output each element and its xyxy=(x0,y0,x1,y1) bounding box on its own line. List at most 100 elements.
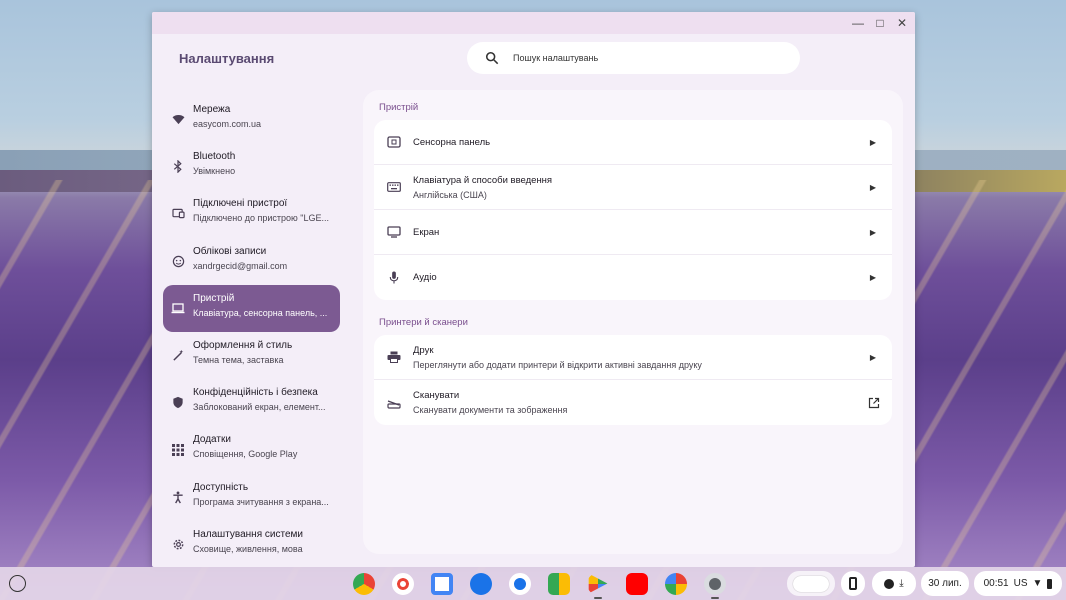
sidebar-item-system-preferences[interactable]: Налаштування системи Сховище, живлення, м… xyxy=(163,521,340,567)
account-face-icon xyxy=(171,254,185,268)
sidebar-item-subtitle: Програма зчитування з екрана... xyxy=(193,496,329,507)
printers-card: Друк Переглянути або додати принтери й ві… xyxy=(374,335,892,425)
shelf: ⤓ 30 лип. 00:51 US ▼ xyxy=(0,567,1066,600)
row-title: Екран xyxy=(413,226,440,238)
sidebar-item-title: Пристрій xyxy=(193,292,235,304)
sidebar-item-personalization[interactable]: Оформлення й стиль Темна тема, заставка xyxy=(163,332,340,379)
row-title: Сканувати xyxy=(413,390,460,401)
row-title: Аудіо xyxy=(413,272,437,283)
settings-app[interactable] xyxy=(695,571,734,599)
files-app[interactable] xyxy=(461,571,500,596)
chrome-app[interactable] xyxy=(344,571,383,596)
shield-icon xyxy=(171,396,185,410)
close-button[interactable]: ✕ xyxy=(891,12,913,34)
row-display[interactable]: Екран ▶ xyxy=(374,210,892,255)
running-indicator xyxy=(710,597,719,599)
chrome-icon xyxy=(352,572,375,595)
search-input[interactable]: Пошук налаштувань xyxy=(467,42,800,74)
launcher-button[interactable] xyxy=(9,575,26,592)
thumbnail-icon xyxy=(793,575,829,592)
youtube-app[interactable] xyxy=(617,571,656,596)
row-print[interactable]: Друк Переглянути або додати принтери й ві… xyxy=(374,335,892,380)
maximize-button[interactable]: □ xyxy=(869,12,891,34)
sidebar-item-title: Мережа xyxy=(193,104,231,115)
date-label: 30 лип. xyxy=(928,578,962,589)
row-subtitle: Переглянути або додати принтери й відкри… xyxy=(413,359,702,370)
downloads-tray[interactable]: ⤓ xyxy=(872,571,916,596)
calendar-icon xyxy=(430,572,453,595)
sidebar-item-subtitle: Клавіатура, сенсорна панель, ... xyxy=(193,307,328,318)
gmail-icon xyxy=(391,572,414,595)
minimize-button[interactable]: — xyxy=(847,12,869,34)
messages-app[interactable] xyxy=(500,571,539,596)
sidebar-item-title: Bluetooth xyxy=(193,151,236,163)
pinned-apps xyxy=(344,571,734,599)
row-title: Друк xyxy=(413,344,434,356)
running-indicator xyxy=(593,597,602,599)
status-area[interactable]: 00:51 US ▼ xyxy=(974,571,1062,596)
sidebar-item-apps[interactable]: Додатки Сповіщення, Google Play xyxy=(163,426,340,473)
row-subtitle: Англійська (США) xyxy=(413,189,487,200)
chevron-right-icon: ▶ xyxy=(869,227,876,237)
monitor-icon xyxy=(387,225,401,239)
device-card: Сенсорна панель ▶ Клавіатура й способи в… xyxy=(374,120,892,300)
laptop-icon xyxy=(171,301,185,315)
sidebar-item-subtitle: Темна тема, заставка xyxy=(193,354,284,365)
section-title-printers: Принтери й сканери xyxy=(379,317,468,328)
calendar-app[interactable] xyxy=(422,571,461,596)
row-keyboard[interactable]: Клавіатура й способи введення Англійська … xyxy=(374,165,892,210)
chevron-right-icon: ▶ xyxy=(869,137,876,147)
accessibility-icon xyxy=(171,490,185,504)
row-touchpad[interactable]: Сенсорна панель ▶ xyxy=(374,120,892,165)
gear-icon xyxy=(703,572,726,595)
magic-wand-icon xyxy=(171,349,185,363)
wifi-icon xyxy=(171,113,185,127)
sidebar-item-subtitle: Сховище, живлення, мова xyxy=(193,543,303,554)
sidebar-item-subtitle: Увімкнено xyxy=(193,166,236,177)
locale-label: US xyxy=(1013,578,1028,589)
meet-app[interactable] xyxy=(539,571,578,596)
row-scan[interactable]: Сканувати Сканувати документи та зображен… xyxy=(374,380,892,425)
sidebar-item-privacy[interactable]: Конфіденційність і безпека Заблокований е… xyxy=(163,379,340,426)
sidebar-item-bluetooth[interactable]: Bluetooth Увімкнено xyxy=(163,143,340,190)
chevron-right-icon: ▶ xyxy=(869,182,876,192)
sidebar-item-title: Облікові записи xyxy=(193,245,267,257)
date-tray[interactable]: 30 лип. xyxy=(921,571,969,596)
download-icon: ⤓ xyxy=(899,578,904,589)
touchpad-icon xyxy=(387,135,401,149)
title-bar: — □ ✕ xyxy=(152,12,915,34)
sidebar-item-subtitle: Підключено до пристрою "LGE... xyxy=(193,213,329,224)
sidebar: Мережа easycom.com.ua Bluetooth Увімкнено … xyxy=(163,96,340,567)
external-link-icon[interactable] xyxy=(868,397,880,409)
sidebar-item-title: Конфіденційність і безпека xyxy=(193,387,318,399)
devices-icon xyxy=(171,207,185,221)
play-store-app[interactable] xyxy=(578,571,617,599)
sidebar-item-accounts[interactable]: Облікові записи xandrgecid@gmail.com xyxy=(163,238,340,285)
row-title: Сенсорна панель xyxy=(413,136,491,148)
sidebar-item-title: Налаштування системи xyxy=(193,528,303,540)
phone-hub-button[interactable] xyxy=(841,571,865,596)
video-camera-icon xyxy=(547,572,570,595)
pinwheel-icon xyxy=(664,572,687,595)
sidebar-item-device[interactable]: Пристрій Клавіатура, сенсорна панель, ... xyxy=(163,284,340,332)
chevron-right-icon: ▶ xyxy=(869,352,876,362)
record-icon xyxy=(884,578,895,589)
sidebar-item-title: Доступність xyxy=(193,481,249,493)
chevron-right-icon: ▶ xyxy=(869,273,876,282)
row-title: Клавіатура й способи введення xyxy=(413,174,553,186)
row-audio[interactable]: Аудіо ▶ xyxy=(374,255,892,300)
microphone-icon xyxy=(387,271,401,285)
folder-icon xyxy=(469,572,492,595)
row-subtitle: Сканувати документи та зображення xyxy=(413,405,568,415)
holding-space[interactable] xyxy=(787,571,835,596)
gmail-app[interactable] xyxy=(383,571,422,596)
settings-window: — □ ✕ Налаштування Пошук налаштувань Мер… xyxy=(152,12,915,567)
phone-icon xyxy=(849,577,857,590)
sidebar-item-network[interactable]: Мережа easycom.com.ua xyxy=(163,96,340,143)
sidebar-item-connected-devices[interactable]: Підключені пристрої Підключено до пристро… xyxy=(163,190,340,237)
sidebar-item-title: Додатки xyxy=(193,434,231,446)
search-icon xyxy=(485,51,499,65)
photos-app[interactable] xyxy=(656,571,695,596)
apps-grid-icon xyxy=(171,443,185,457)
sidebar-item-accessibility[interactable]: Доступність Програма зчитування з екрана.… xyxy=(163,474,340,521)
